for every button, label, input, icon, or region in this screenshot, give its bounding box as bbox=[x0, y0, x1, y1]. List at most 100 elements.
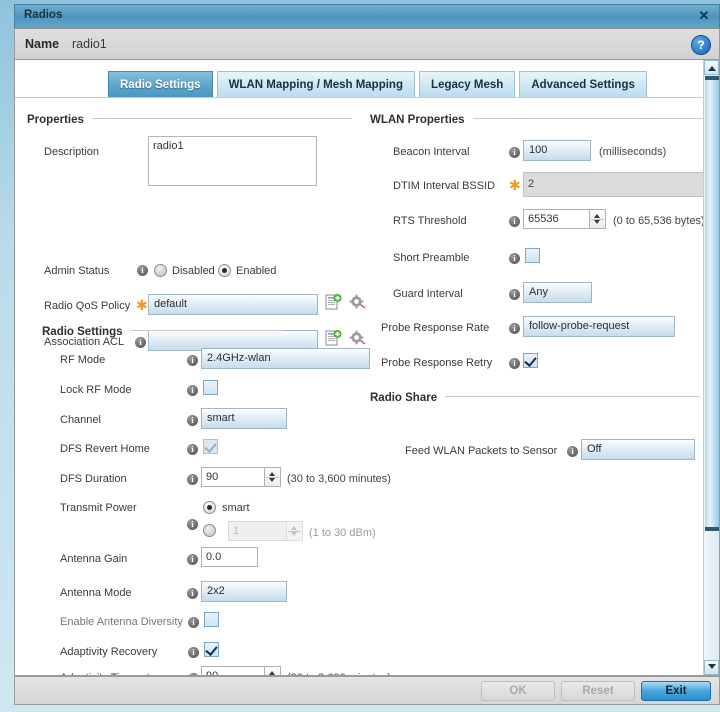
channel-info-icon[interactable]: i bbox=[187, 415, 198, 426]
rf-mode-info-icon[interactable]: i bbox=[187, 355, 198, 366]
adaptivity-recovery-checkbox[interactable] bbox=[204, 642, 219, 657]
probe-response-rate-label: Probe Response Rate bbox=[381, 322, 490, 334]
association-acl-edit-gear-icon[interactable] bbox=[349, 330, 366, 346]
admin-status-enabled-radio[interactable] bbox=[218, 264, 231, 277]
close-icon[interactable]: ✕ bbox=[697, 8, 711, 24]
dfs-duration-stepper[interactable]: 90 bbox=[201, 467, 281, 487]
rf-mode-dropdown[interactable]: 2.4GHz-wlan bbox=[201, 348, 370, 369]
dfs-revert-home-checkbox[interactable] bbox=[203, 439, 218, 454]
antenna-gain-label: Antenna Gain bbox=[60, 553, 128, 565]
association-acl-info-icon[interactable]: i bbox=[135, 337, 146, 348]
guard-interval-info-icon[interactable]: i bbox=[509, 289, 520, 300]
probe-response-rate-dropdown[interactable]: follow-probe-request bbox=[523, 316, 675, 337]
dfs-duration-spin-buttons[interactable] bbox=[264, 467, 281, 487]
scroll-down-arrow-icon[interactable] bbox=[704, 660, 719, 675]
rts-threshold-info-icon[interactable]: i bbox=[509, 216, 520, 227]
antenna-mode-dropdown[interactable]: 2x2 bbox=[201, 581, 287, 602]
channel-dropdown[interactable]: smart bbox=[201, 408, 287, 429]
description-label: Description bbox=[44, 146, 100, 158]
probe-response-rate-info-icon[interactable]: i bbox=[509, 323, 520, 334]
association-acl-create-new-icon[interactable] bbox=[325, 330, 342, 346]
scroll-up-arrow-icon[interactable] bbox=[704, 60, 719, 75]
feed-wlan-packets-info-icon[interactable]: i bbox=[567, 446, 578, 457]
adaptivity-timeout-stepper[interactable]: 90 bbox=[201, 666, 281, 675]
antenna-mode-label: Antenna Mode bbox=[60, 587, 132, 599]
adaptivity-recovery-info-icon[interactable]: i bbox=[188, 647, 199, 658]
transmit-power-input[interactable]: 1 bbox=[228, 521, 286, 541]
dfs-duration-info-icon[interactable]: i bbox=[187, 474, 198, 485]
dialog-titlebar: Radios ✕ bbox=[14, 4, 720, 28]
rts-threshold-label: RTS Threshold bbox=[393, 215, 467, 227]
radio-settings-section-header: Radio Settings bbox=[42, 326, 283, 338]
dtim-interval-bssid-required-star: ✱ bbox=[509, 177, 521, 193]
enable-antenna-diversity-label: Enable Antenna Diversity bbox=[60, 616, 183, 628]
enable-antenna-diversity-checkbox[interactable] bbox=[204, 612, 219, 627]
tab-legacy-mesh[interactable]: Legacy Mesh bbox=[419, 71, 516, 98]
scrollbar-thumb[interactable] bbox=[705, 76, 719, 531]
transmit-power-manual-radio[interactable] bbox=[203, 524, 216, 537]
radio-qos-policy-dropdown[interactable]: default bbox=[148, 294, 318, 315]
lock-rf-mode-info-icon[interactable]: i bbox=[187, 385, 198, 396]
transmit-power-stepper[interactable]: 1 bbox=[228, 521, 303, 541]
lock-rf-mode-checkbox[interactable] bbox=[203, 380, 218, 395]
enable-antenna-diversity-info-icon[interactable]: i bbox=[188, 617, 199, 628]
admin-status-disabled-radio[interactable] bbox=[154, 264, 167, 277]
antenna-gain-input[interactable]: 0.0 bbox=[201, 547, 258, 567]
tab-wlan-mapping-mesh-mapping[interactable]: WLAN Mapping / Mesh Mapping bbox=[216, 71, 415, 98]
beacon-interval-dropdown[interactable]: 100 bbox=[523, 140, 591, 161]
short-preamble-info-icon[interactable]: i bbox=[509, 253, 520, 264]
tab-radio-settings[interactable]: Radio Settings bbox=[108, 71, 213, 98]
rts-threshold-hint: (0 to 65,536 bytes) bbox=[613, 215, 705, 227]
description-textarea[interactable]: radio1 bbox=[148, 136, 317, 186]
adaptivity-recovery-label: Adaptivity Recovery bbox=[60, 646, 158, 658]
admin-status-label: Admin Status bbox=[44, 265, 110, 277]
radio-qos-policy-label: Radio QoS Policy bbox=[44, 300, 131, 312]
dtim-interval-bssid-field[interactable]: 2 bbox=[523, 172, 718, 197]
adaptivity-timeout-input[interactable]: 90 bbox=[201, 666, 264, 675]
dfs-duration-label: DFS Duration bbox=[60, 473, 127, 485]
feed-wlan-packets-label: Feed WLAN Packets to Sensor bbox=[405, 445, 558, 457]
dfs-duration-hint: (30 to 3,600 minutes) bbox=[287, 473, 391, 485]
transmit-power-spin-buttons[interactable] bbox=[286, 521, 303, 541]
vertical-scrollbar[interactable] bbox=[703, 60, 719, 675]
help-icon[interactable]: ? bbox=[691, 35, 711, 55]
transmit-power-info-icon[interactable]: i bbox=[187, 519, 198, 530]
probe-response-retry-label: Probe Response Retry bbox=[381, 357, 493, 369]
radio-qos-policy-edit-gear-icon[interactable] bbox=[349, 294, 366, 310]
radio-qos-policy-required-star: ✱ bbox=[136, 297, 148, 313]
radio-qos-policy-create-new-icon[interactable] bbox=[325, 294, 342, 310]
probe-response-retry-info-icon[interactable]: i bbox=[509, 358, 520, 369]
probe-response-retry-checkbox[interactable] bbox=[523, 353, 538, 368]
name-label: Name bbox=[25, 37, 60, 51]
antenna-mode-info-icon[interactable]: i bbox=[187, 588, 198, 599]
feed-wlan-packets-dropdown[interactable]: Off bbox=[581, 439, 695, 460]
rts-threshold-stepper[interactable]: 65536 bbox=[523, 209, 606, 229]
guard-interval-dropdown[interactable]: Any bbox=[523, 282, 592, 303]
adaptivity-timeout-spin-buttons[interactable] bbox=[264, 666, 281, 675]
name-header: Name radio1 ? bbox=[14, 28, 720, 60]
ok-button[interactable]: OK bbox=[481, 681, 555, 701]
reset-button[interactable]: Reset bbox=[561, 681, 635, 701]
dfs-revert-home-info-icon[interactable]: i bbox=[187, 444, 198, 455]
exit-button[interactable]: Exit bbox=[641, 681, 711, 701]
transmit-power-smart-label[interactable]: smart bbox=[222, 502, 250, 514]
properties-section-header: Properties bbox=[27, 114, 352, 126]
radios-dialog: Radios ✕ Name radio1 ? Radio Settings WL… bbox=[0, 0, 720, 712]
radio-share-section-header: Radio Share bbox=[370, 392, 701, 404]
rts-threshold-spin-buttons[interactable] bbox=[589, 209, 606, 229]
tab-advanced-settings[interactable]: Advanced Settings bbox=[519, 71, 647, 98]
antenna-gain-info-icon[interactable]: i bbox=[187, 554, 198, 565]
short-preamble-checkbox[interactable] bbox=[525, 248, 540, 263]
guard-interval-label: Guard Interval bbox=[393, 288, 463, 300]
beacon-interval-info-icon[interactable]: i bbox=[509, 147, 520, 158]
rts-threshold-input[interactable]: 65536 bbox=[523, 209, 589, 229]
dialog-content: Radio Settings WLAN Mapping / Mesh Mappi… bbox=[14, 60, 720, 676]
tab-bar: Radio Settings WLAN Mapping / Mesh Mappi… bbox=[108, 71, 648, 98]
dialog-footer: OK Reset Exit bbox=[14, 676, 720, 705]
admin-status-enabled-label[interactable]: Enabled bbox=[236, 265, 276, 277]
admin-status-info-icon[interactable]: i bbox=[137, 265, 148, 276]
dfs-duration-input[interactable]: 90 bbox=[201, 467, 264, 487]
admin-status-disabled-label[interactable]: Disabled bbox=[172, 265, 215, 277]
transmit-power-hint: (1 to 30 dBm) bbox=[309, 527, 376, 539]
transmit-power-smart-radio[interactable] bbox=[203, 501, 216, 514]
